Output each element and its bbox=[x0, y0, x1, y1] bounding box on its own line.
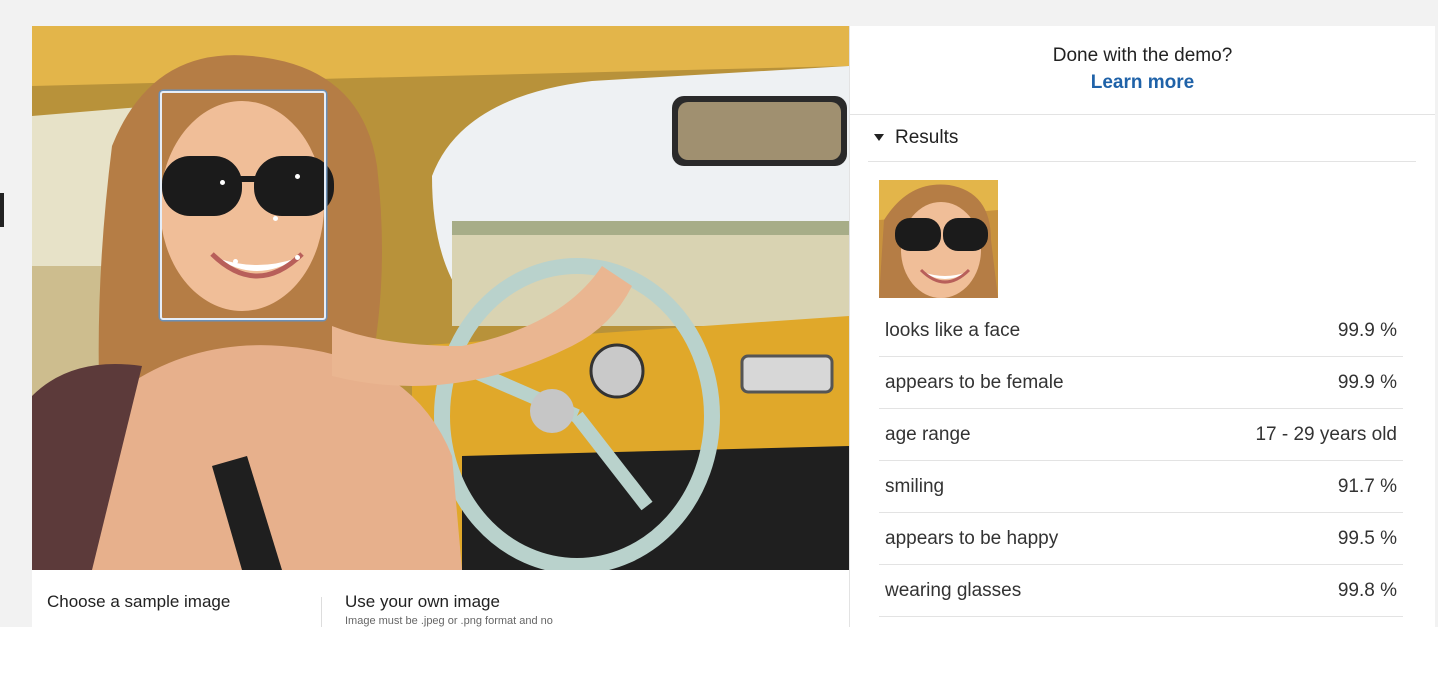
face-thumbnail bbox=[879, 180, 998, 298]
done-with-demo-text: Done with the demo? bbox=[1052, 45, 1233, 66]
attribute-label: wearing glasses bbox=[885, 580, 1022, 601]
left-edge-marker bbox=[0, 193, 4, 227]
attribute-row: appears to be happy 99.5 % bbox=[879, 513, 1403, 565]
attribute-row: looks like a face 99.9 % bbox=[879, 305, 1403, 357]
face-bounding-box bbox=[160, 91, 326, 320]
use-own-image[interactable]: Use your own image bbox=[345, 592, 500, 612]
landmark-mouth-right bbox=[295, 255, 300, 260]
attribute-label: age range bbox=[885, 424, 971, 445]
landmark-right-eye bbox=[295, 174, 300, 179]
attribute-value: 99.8 % bbox=[1337, 580, 1397, 601]
results-title: Results bbox=[895, 127, 959, 148]
image-panel: Choose a sample image Use your own image… bbox=[32, 26, 849, 627]
attribute-row: smiling 91.7 % bbox=[879, 461, 1403, 513]
choose-sample-image[interactable]: Choose a sample image bbox=[47, 592, 230, 612]
attribute-row: age range 17 - 29 years old bbox=[879, 409, 1403, 461]
image-source-bar: Choose a sample image Use your own image… bbox=[32, 570, 849, 627]
attribute-row: wearing glasses 99.8 % bbox=[879, 565, 1403, 617]
attribute-value: 99.5 % bbox=[1337, 528, 1397, 549]
attribute-row: appears to be female 99.9 % bbox=[879, 357, 1403, 409]
results-panel: Done with the demo? Learn more Results l… bbox=[849, 26, 1435, 627]
attribute-label: appears to be happy bbox=[885, 528, 1059, 549]
attribute-list: looks like a face 99.9 % appears to be f… bbox=[879, 305, 1403, 617]
landmark-nose bbox=[273, 216, 278, 221]
image-format-hint: Image must be .jpeg or .png format and n… bbox=[345, 615, 553, 627]
attribute-value: 99.9 % bbox=[1337, 320, 1397, 341]
attribute-label: smiling bbox=[885, 476, 945, 497]
attribute-label: appears to be female bbox=[885, 372, 1064, 393]
analyzed-photo bbox=[32, 26, 849, 570]
landmark-left-eye bbox=[220, 180, 225, 185]
divider bbox=[321, 597, 322, 627]
results-toggle[interactable]: Results bbox=[868, 114, 1416, 162]
learn-more-link[interactable]: Learn more bbox=[1091, 72, 1194, 94]
demo-done-block: Done with the demo? Learn more bbox=[850, 26, 1435, 115]
attribute-value: 99.9 % bbox=[1337, 372, 1397, 393]
caret-down-icon bbox=[874, 134, 884, 141]
attribute-label: looks like a face bbox=[885, 320, 1021, 341]
landmark-mouth-left bbox=[233, 259, 238, 264]
attribute-value: 91.7 % bbox=[1337, 476, 1397, 497]
attribute-value: 17 - 29 years old bbox=[1255, 424, 1397, 445]
